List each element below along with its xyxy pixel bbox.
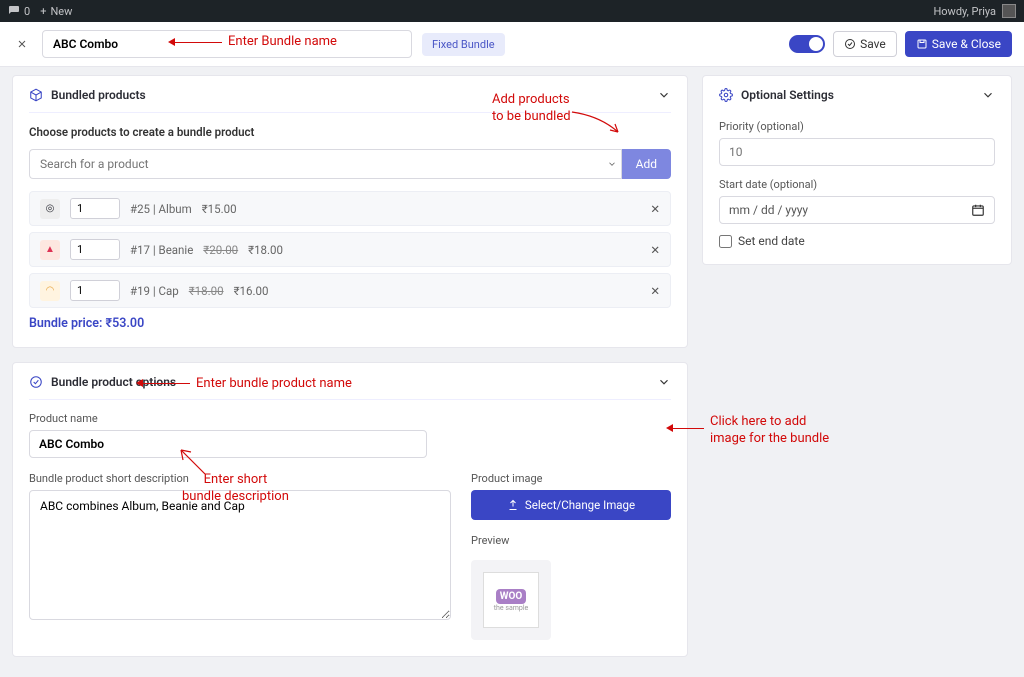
fixed-bundle-badge: Fixed Bundle xyxy=(422,33,505,56)
check-badge-icon xyxy=(29,375,43,389)
admin-bar: 0 + New Howdy, Priya xyxy=(0,0,1024,22)
start-date-label: Start date (optional) xyxy=(719,178,995,191)
close-icon xyxy=(16,38,28,50)
short-description-input[interactable]: ABC combines Album, Beanie and Cap xyxy=(29,490,451,620)
quantity-input[interactable] xyxy=(70,280,120,301)
optional-title: Optional Settings xyxy=(741,88,834,102)
new-label: New xyxy=(50,5,72,18)
select-image-button[interactable]: Select/Change Image xyxy=(471,490,671,520)
gear-icon xyxy=(719,88,733,102)
remove-row-button[interactable]: ✕ xyxy=(650,243,660,257)
enable-toggle[interactable] xyxy=(789,35,825,53)
priority-label: Priority (optional) xyxy=(719,120,995,133)
header-row: Fixed Bundle Save Save & Close xyxy=(0,22,1024,67)
bundle-name-input[interactable] xyxy=(42,30,412,58)
product-thumb: ◠ xyxy=(40,281,60,301)
cube-icon xyxy=(29,88,43,102)
remove-row-button[interactable]: ✕ xyxy=(650,284,660,298)
bundled-title: Bundled products xyxy=(51,88,146,102)
save-button[interactable]: Save xyxy=(833,31,897,57)
quantity-input[interactable] xyxy=(70,198,120,219)
chevron-down-icon xyxy=(607,159,617,169)
product-name-input[interactable] xyxy=(29,430,427,458)
bundle-price: Bundle price: ₹53.00 xyxy=(29,316,671,331)
close-button[interactable] xyxy=(12,34,32,54)
plus-icon: + xyxy=(40,5,46,18)
save-icon xyxy=(916,38,928,50)
product-thumb: ▲ xyxy=(40,240,60,260)
user-menu[interactable]: Howdy, Priya xyxy=(933,4,1016,18)
chevron-down-icon[interactable] xyxy=(657,88,671,102)
product-name-label: Product name xyxy=(29,412,671,425)
product-row: ◠ #19 | Cap ₹18.00 ₹16.00 ✕ xyxy=(29,273,671,308)
chevron-down-icon[interactable] xyxy=(981,88,995,102)
add-product-button[interactable]: Add xyxy=(622,149,671,179)
save-close-button[interactable]: Save & Close xyxy=(905,31,1012,57)
comments-link[interactable]: 0 xyxy=(8,5,30,18)
quantity-input[interactable] xyxy=(70,239,120,260)
bundled-products-card: Bundled products Choose products to crea… xyxy=(12,75,688,348)
calendar-icon xyxy=(971,203,985,217)
end-date-label: Set end date xyxy=(738,234,805,248)
search-dropdown[interactable] xyxy=(604,149,622,179)
check-circle-icon xyxy=(844,38,856,50)
remove-row-button[interactable]: ✕ xyxy=(650,202,660,216)
desc-label: Bundle product short description xyxy=(29,472,451,485)
comments-count: 0 xyxy=(24,5,30,18)
greeting: Howdy, Priya xyxy=(933,5,996,18)
set-end-date-checkbox[interactable] xyxy=(719,235,732,248)
chevron-down-icon[interactable] xyxy=(657,375,671,389)
bundle-options-card: Bundle product options Product name Bund… xyxy=(12,362,688,657)
woo-placeholder-icon: WOO the sample xyxy=(483,572,539,628)
new-link[interactable]: + New xyxy=(40,5,72,18)
product-search-input[interactable] xyxy=(29,149,604,179)
preview-label: Preview xyxy=(471,534,671,547)
product-row: ▲ #17 | Beanie ₹20.00 ₹18.00 ✕ xyxy=(29,232,671,267)
avatar xyxy=(1002,4,1016,18)
choose-label: Choose products to create a bundle produ… xyxy=(29,125,671,139)
priority-input[interactable] xyxy=(719,138,995,166)
start-date-input[interactable]: mm / dd / yyyy xyxy=(719,196,995,224)
image-label: Product image xyxy=(471,472,671,485)
image-preview: WOO the sample xyxy=(471,560,551,640)
product-row: ◎ #25 | Album ₹15.00 ✕ xyxy=(29,191,671,226)
comment-icon xyxy=(8,5,20,17)
optional-settings-card: Optional Settings Priority (optional) St… xyxy=(702,75,1012,265)
options-title: Bundle product options xyxy=(51,375,176,389)
product-thumb: ◎ xyxy=(40,199,60,219)
upload-icon xyxy=(507,499,519,511)
